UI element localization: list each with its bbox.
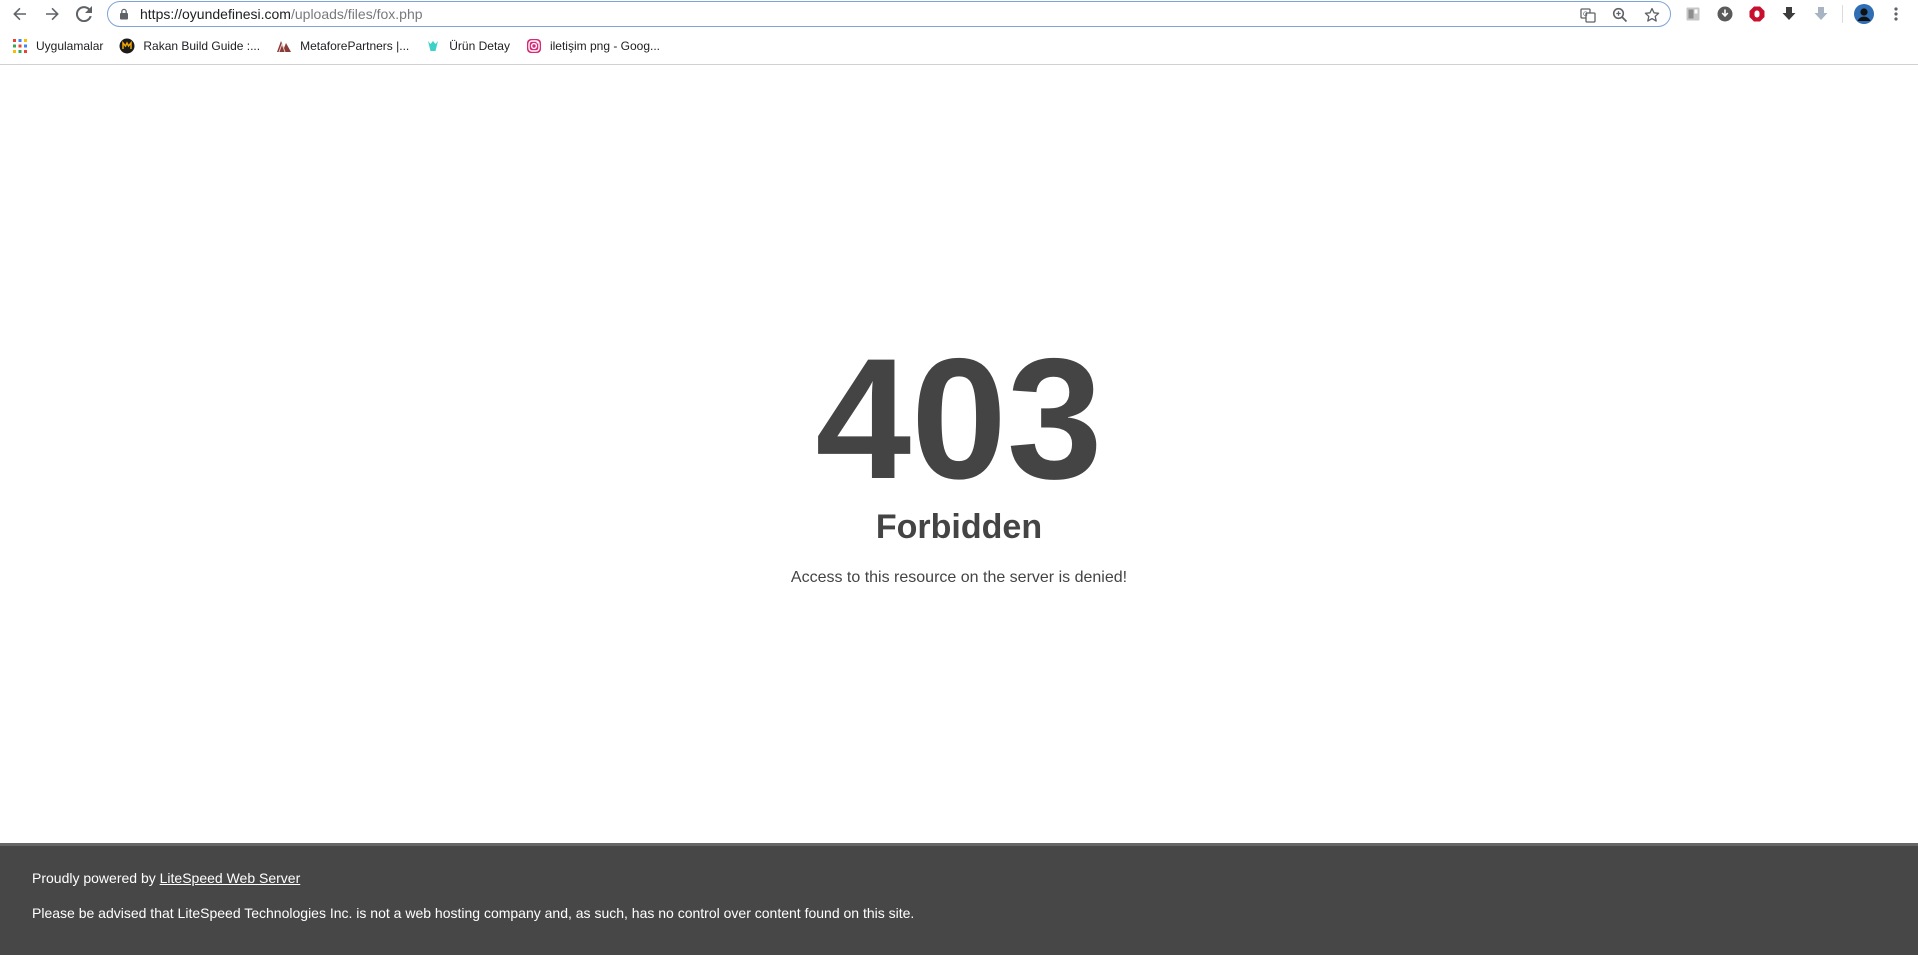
back-button[interactable]: [10, 4, 30, 24]
url-path: /uploads/files/fox.php: [290, 6, 423, 22]
reload-button[interactable]: [74, 4, 94, 24]
extensions-bar: [1682, 3, 1907, 25]
powered-by-line: Proudly powered by LiteSpeed Web Server: [32, 870, 300, 886]
site-logo-icon: [276, 38, 292, 54]
error-title: Forbidden: [875, 508, 1043, 546]
bookmark-label: Uygulamalar: [36, 39, 104, 53]
error-message: Access to this resource on the server is…: [790, 569, 1128, 586]
powered-by-prefix: Proudly powered by: [32, 870, 160, 886]
zoom-icon[interactable]: [1610, 5, 1630, 25]
site-logo-icon: [119, 38, 135, 54]
instagram-icon: [526, 38, 542, 54]
browser-toolbar: https://oyundefinesi.com/uploads/files/f…: [0, 0, 1918, 29]
bookmarks-bar: Uygulamalar Rakan Build Guide :... Metaf…: [0, 32, 1918, 60]
adblock-icon[interactable]: [1746, 3, 1768, 25]
bookmark-urun-detay[interactable]: Ürün Detay: [425, 38, 510, 54]
address-bar[interactable]: https://oyundefinesi.com/uploads/files/f…: [107, 1, 1671, 27]
forward-button[interactable]: [42, 4, 62, 24]
bookmark-metafore[interactable]: MetaforePartners |...: [276, 38, 409, 54]
bookmark-rakan[interactable]: Rakan Build Guide :...: [119, 38, 260, 54]
download-arrow-icon[interactable]: [1778, 3, 1800, 25]
bookmark-label: Rakan Build Guide :...: [143, 39, 261, 53]
menu-dots-icon[interactable]: [1885, 3, 1907, 25]
error-code: 403: [815, 323, 1103, 515]
profile-avatar[interactable]: [1853, 3, 1875, 25]
translate-icon[interactable]: G: [1578, 5, 1598, 25]
bookmark-label: MetaforePartners |...: [300, 39, 410, 53]
omnibox-actions: G: [1578, 5, 1662, 25]
lock-icon: [118, 8, 130, 20]
footer: Proudly powered by LiteSpeed Web Server …: [0, 843, 1918, 955]
arrow-left-icon: [13, 7, 26, 21]
error-page: 403 Forbidden Access to this resource on…: [0, 65, 1918, 843]
site-logo-icon: [425, 38, 441, 54]
bookmark-apps[interactable]: Uygulamalar: [12, 38, 103, 54]
url-text: https://oyundefinesi.com/uploads/files/f…: [140, 6, 423, 22]
arrow-right-icon: [46, 7, 59, 21]
bookmark-label: iletişim png - Goog...: [549, 39, 661, 53]
url-host: https://oyundefinesi.com: [140, 6, 291, 22]
disclaimer-text: Please be advised that LiteSpeed Technol…: [32, 905, 915, 921]
bookmark-iletisim[interactable]: iletişim png - Goog...: [526, 38, 660, 54]
svg-text:G: G: [1583, 11, 1588, 18]
download-arrow-light-icon[interactable]: [1810, 3, 1832, 25]
litespeed-link[interactable]: LiteSpeed Web Server: [160, 870, 301, 886]
download-circle-icon[interactable]: [1714, 3, 1736, 25]
bookmark-star-icon[interactable]: [1642, 5, 1662, 25]
extension-page-icon[interactable]: [1682, 3, 1704, 25]
apps-grid-icon: [12, 38, 28, 54]
reload-icon: [76, 6, 92, 22]
bookmark-label: Ürün Detay: [449, 39, 510, 53]
toolbar-separator: [1842, 5, 1843, 23]
